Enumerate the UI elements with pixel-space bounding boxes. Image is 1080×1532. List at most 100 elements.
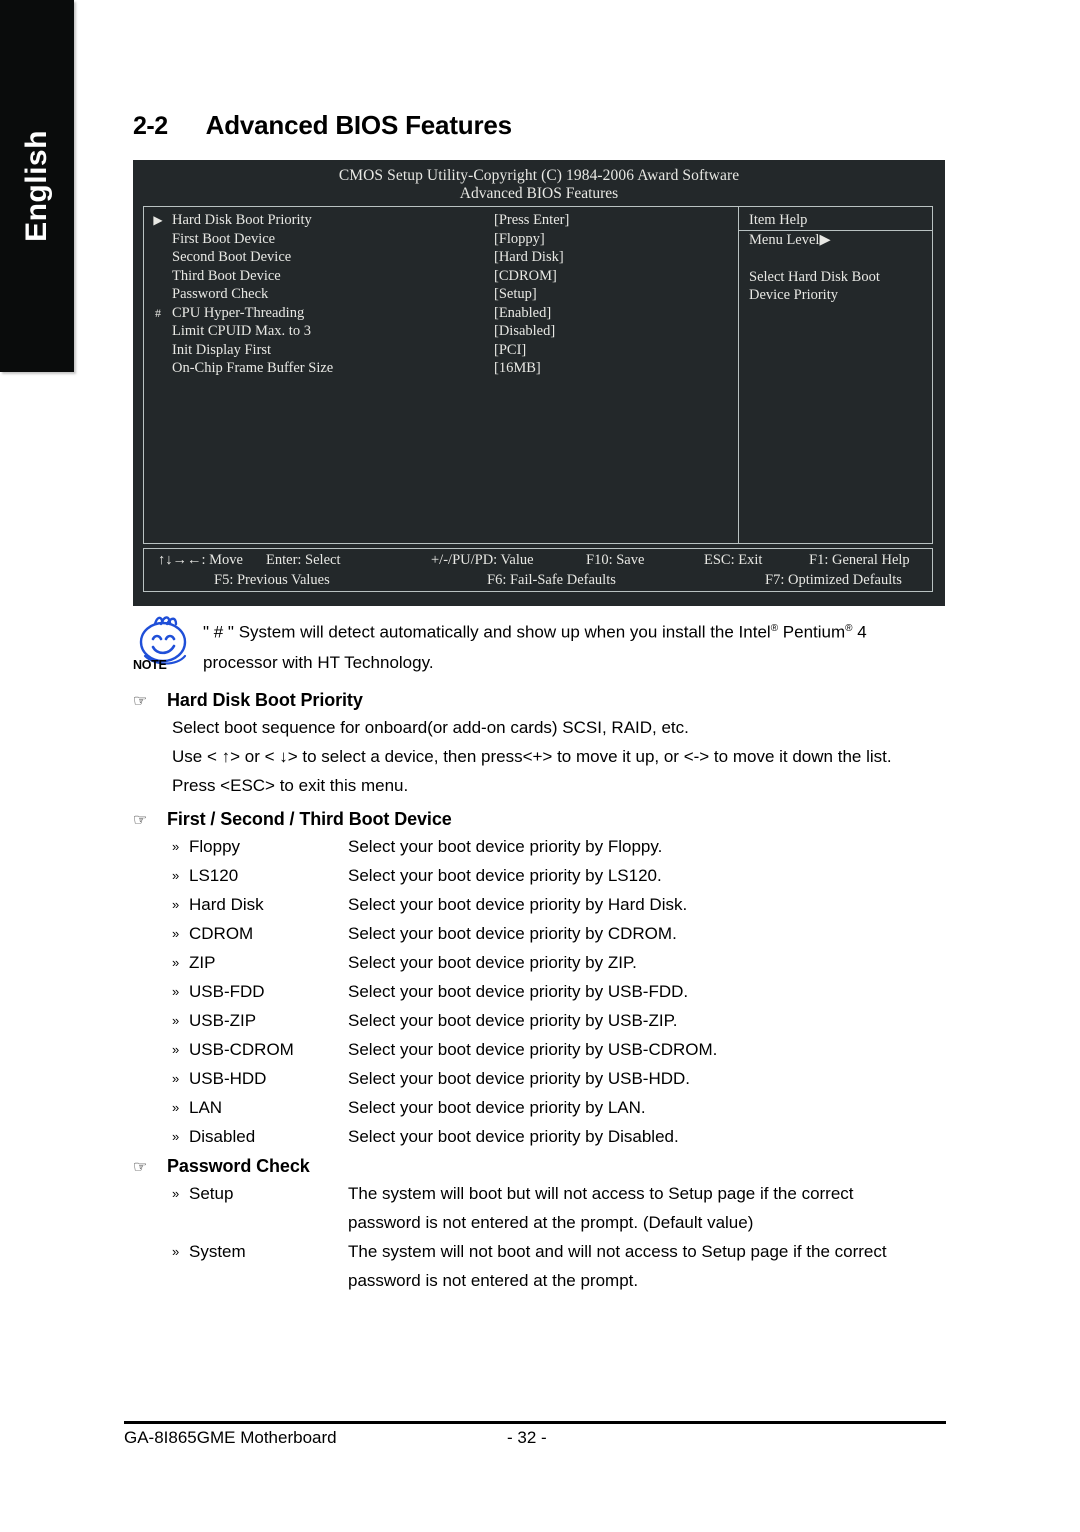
option-row: » Setup The system will boot but will not… <box>133 1179 1033 1208</box>
option-term-label: USB-ZIP <box>189 1011 257 1030</box>
topic-heading-label: Hard Disk Boot Priority <box>167 690 363 710</box>
option-term-label: Disabled <box>189 1127 256 1146</box>
bios-option-row[interactable]: Password Check [Setup] <box>144 285 738 304</box>
key-value: +/-/PU/PD: Value <box>431 552 534 568</box>
option-description: Select your boot device priority by Flop… <box>348 837 663 856</box>
row-marker <box>144 322 172 341</box>
key-f5-previous-values: F5: Previous Values <box>214 572 330 588</box>
key-enter-select: Enter: Select <box>266 552 341 568</box>
pointing-hand-icon: ☞ <box>133 693 148 710</box>
note-text-line-2: processor with HT Technology. <box>203 652 434 672</box>
key-f7-optimized-defaults: F7: Optimized Defaults <box>765 572 902 588</box>
bios-option-value[interactable]: [PCI] <box>494 341 738 360</box>
double-chevron-icon: » <box>172 868 180 883</box>
bios-header: CMOS Setup Utility-Copyright (C) 1984-20… <box>139 165 939 204</box>
bios-option-label: On-Chip Frame Buffer Size <box>172 360 334 376</box>
bios-option-row[interactable]: On-Chip Frame Buffer Size [16MB] <box>144 359 738 378</box>
topic-heading-label: First / Second / Third Boot Device <box>167 809 452 829</box>
bios-option-value[interactable]: [Setup] <box>494 285 738 304</box>
note-label: NOTE <box>133 658 167 672</box>
bios-option-value[interactable]: [Floppy] <box>494 230 738 249</box>
bios-option-value[interactable]: [Hard Disk] <box>494 248 738 267</box>
row-marker <box>144 248 172 267</box>
footer-product-name: GA-8I865GME Motherboard <box>124 1428 337 1447</box>
bios-option-row[interactable]: Init Display First [PCI] <box>144 341 738 360</box>
key-f10-save: F10: Save <box>586 552 645 568</box>
option-term: » Floppy <box>133 832 348 861</box>
option-term: » USB-ZIP <box>133 1006 348 1035</box>
manual-page: 2-2 Advanced BIOS Features CMOS Setup Ut… <box>0 0 1080 1532</box>
option-description: Select your boot device priority by USB-… <box>348 1011 678 1030</box>
bios-key-legend: ↑↓→←: Move Enter: Select +/-/PU/PD: Valu… <box>143 548 933 592</box>
topic-paragraph: Press <ESC> to exit this menu. <box>172 776 409 795</box>
option-description: The system will not boot and will not ac… <box>348 1242 887 1261</box>
key-f1-general-help: F1: General Help <box>809 552 910 568</box>
double-chevron-icon: » <box>172 984 180 999</box>
bios-option-row[interactable]: Limit CPUID Max. to 3 [Disabled] <box>144 322 738 341</box>
option-description: The system will boot but will not access… <box>348 1184 854 1203</box>
note-line1-part2: Pentium <box>778 622 846 642</box>
note-callout: NOTE " # " System will detect automatica… <box>133 612 963 678</box>
double-chevron-icon: » <box>172 1071 180 1086</box>
row-marker <box>144 341 172 360</box>
option-term: » Setup <box>133 1179 348 1208</box>
pointing-hand-icon: ☞ <box>133 1159 148 1176</box>
note-line1-part3: 4 <box>852 622 867 642</box>
option-description-continued: password is not entered at the prompt. (… <box>348 1213 754 1232</box>
bios-option-label: Hard Disk Boot Priority <box>172 212 312 228</box>
bios-option-row[interactable]: # CPU Hyper-Threading [Enabled] <box>144 304 738 323</box>
bios-option-value[interactable]: [Disabled] <box>494 322 738 341</box>
topic-heading: ☞ Password Check <box>133 1156 1033 1177</box>
option-term-label: Setup <box>189 1184 234 1203</box>
bios-option-row[interactable]: ▶ Hard Disk Boot Priority [Press Enter] <box>144 211 738 230</box>
bios-option-value[interactable]: [Press Enter] <box>494 211 738 230</box>
row-marker <box>144 285 172 304</box>
double-chevron-icon: » <box>172 1042 180 1057</box>
option-row: » Disabled Select your boot device priori… <box>133 1122 1033 1151</box>
bios-option-list: ▶ Hard Disk Boot Priority [Press Enter] … <box>144 207 739 543</box>
row-marker <box>144 230 172 249</box>
option-description: Select your boot device priority by USB-… <box>348 1040 718 1059</box>
option-term-label: USB-FDD <box>189 982 265 1001</box>
bios-option-label: Second Boot Device <box>172 249 292 265</box>
bios-option-value[interactable]: [16MB] <box>494 359 738 378</box>
page-title: 2-2 Advanced BIOS Features <box>133 110 512 141</box>
option-term: » Disabled <box>133 1122 348 1151</box>
bios-copyright-line: CMOS Setup Utility-Copyright (C) 1984-20… <box>338 167 740 184</box>
option-row: » USB-CDROM Select your boot device prior… <box>133 1035 1033 1064</box>
option-row: » ZIP Select your boot device priority by… <box>133 948 1033 977</box>
item-help-text-line: Select Hard Disk Boot <box>749 268 880 285</box>
option-description: Select your boot device priority by ZIP. <box>348 953 637 972</box>
double-chevron-icon: » <box>172 1129 180 1144</box>
bios-option-row[interactable]: Third Boot Device [CDROM] <box>144 267 738 286</box>
option-term-label: ZIP <box>189 953 216 972</box>
bios-option-row[interactable]: First Boot Device [Floppy] <box>144 230 738 249</box>
option-row: » USB-ZIP Select your boot device priorit… <box>133 1006 1033 1035</box>
row-marker <box>144 267 172 286</box>
topic-heading: ☞ Hard Disk Boot Priority <box>133 690 1033 711</box>
topic-paragraph: Select boot sequence for onboard(or add-… <box>172 718 689 737</box>
key-esc-exit: ESC: Exit <box>704 552 763 568</box>
row-marker <box>144 359 172 378</box>
bios-key-legend-row: F5: Previous Values F6: Fail-Safe Defaul… <box>144 570 932 590</box>
bios-option-value[interactable]: [Enabled] <box>494 304 738 323</box>
bios-option-value[interactable]: [CDROM] <box>494 267 738 286</box>
double-chevron-icon: » <box>172 839 180 854</box>
option-description-continued: password is not entered at the prompt. <box>348 1271 639 1290</box>
option-description: Select your boot device priority by Disa… <box>348 1127 679 1146</box>
bios-option-row[interactable]: Second Boot Device [Hard Disk] <box>144 248 738 267</box>
option-description: Select your boot device priority by LAN. <box>348 1098 646 1117</box>
option-description: Select your boot device priority by Hard… <box>348 895 688 914</box>
bios-page-name: Advanced BIOS Features <box>459 185 619 203</box>
double-chevron-icon: » <box>172 1013 180 1028</box>
option-row: » USB-HDD Select your boot device priorit… <box>133 1064 1033 1093</box>
section-number: 2-2 <box>133 112 168 140</box>
option-term-label: USB-HDD <box>189 1069 267 1088</box>
topic-paragraph: Use < ↑> or < ↓> to select a device, the… <box>172 747 892 766</box>
section-title: Advanced BIOS Features <box>205 110 512 140</box>
option-row: » LS120 Select your boot device priority … <box>133 861 1033 890</box>
key-move: ↑↓→←: Move <box>158 552 243 568</box>
footer-divider <box>124 1421 946 1424</box>
option-term-label: LS120 <box>189 866 239 885</box>
option-term-label: Hard Disk <box>189 895 264 914</box>
